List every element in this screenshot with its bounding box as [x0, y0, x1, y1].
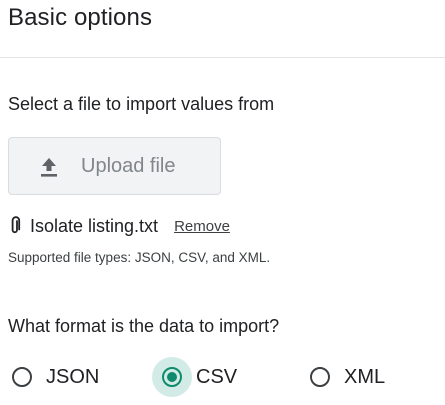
- radio-button-xml[interactable]: [310, 367, 330, 387]
- remove-file-link[interactable]: Remove: [174, 218, 230, 235]
- radio-button-json[interactable]: [12, 367, 32, 387]
- attached-file-name: Isolate listing.txt: [30, 215, 159, 236]
- section-title: Basic options: [8, 4, 153, 31]
- radio-label-json: JSON: [46, 365, 100, 388]
- radio-option-csv[interactable]: CSV: [152, 357, 238, 397]
- upload-icon: [41, 158, 57, 177]
- radio-option-json[interactable]: JSON: [12, 359, 99, 395]
- radio-label-csv: CSV: [196, 365, 238, 388]
- radio-label-xml: XML: [344, 365, 386, 388]
- upload-file-label: Upload file: [81, 155, 176, 177]
- radio-focus-halo: [152, 357, 192, 397]
- upload-file-button[interactable]: Upload file: [8, 137, 221, 195]
- format-question: What format is the data to import?: [8, 316, 280, 336]
- radio-option-xml[interactable]: XML: [310, 359, 385, 395]
- radio-button-csv[interactable]: [162, 367, 182, 387]
- file-import-question: Select a file to import values from: [8, 94, 275, 114]
- attached-file-row: Isolate listing.txt Remove: [8, 214, 230, 238]
- section-divider: [0, 57, 445, 58]
- paperclip-icon: [11, 216, 21, 234]
- supported-file-types-hint: Supported file types: JSON, CSV, and XML…: [8, 250, 271, 265]
